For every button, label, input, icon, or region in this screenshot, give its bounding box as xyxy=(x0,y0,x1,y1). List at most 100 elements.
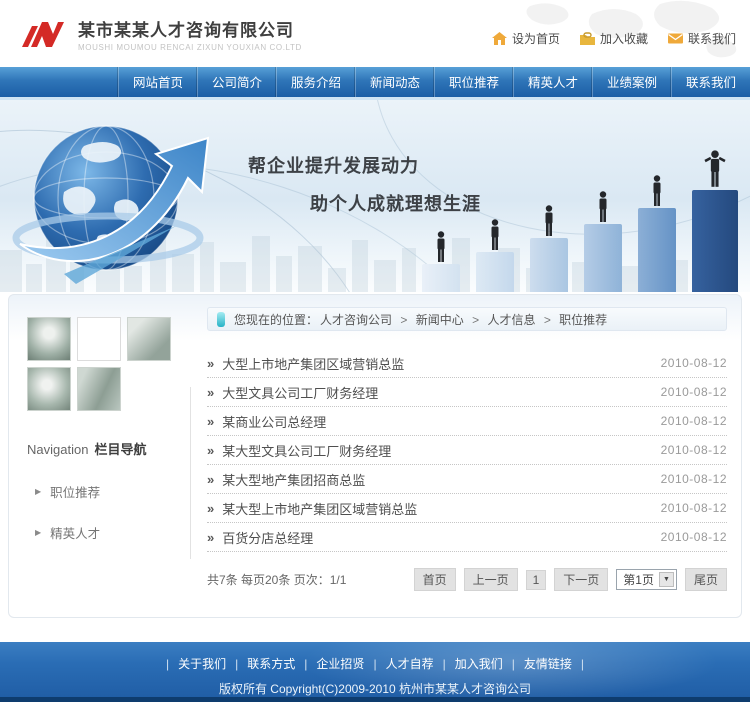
breadcrumb-link[interactable]: 新闻中心 xyxy=(416,313,464,327)
set-home-label: 设为首页 xyxy=(511,32,560,46)
copyright: 版权所有 Copyright(C)2009-2010 杭州市某某人才咨询公司 xyxy=(218,682,532,696)
pagination-controls: 首页 上一页 1 下一页 第1页 ▼ 尾页 xyxy=(413,568,727,591)
page-number-button[interactable]: 1 xyxy=(525,569,547,590)
next-page-button[interactable]: 下一页 xyxy=(554,568,609,591)
footer-link-list: 关于我们 | 联系方式 | 企业招贤 | 人才自荐 | 加入我们 | 友情链接 xyxy=(174,657,576,671)
job-title-text: 大型文具公司工厂财务经理 xyxy=(222,385,379,401)
photo-grid xyxy=(27,317,173,411)
bar-column-tallest xyxy=(692,150,738,292)
job-row: » 百货分店总经理 2010-08-12 xyxy=(207,523,727,552)
double-arrow-icon: » xyxy=(207,471,215,487)
nav-item[interactable]: 职位推荐 xyxy=(434,67,513,97)
job-title-link[interactable]: » 大型上市地产集团区域营销总监 xyxy=(207,354,404,373)
page-select-value: 第1页 xyxy=(623,573,654,587)
footer-link[interactable]: 加入我们 xyxy=(455,657,503,671)
footer-link[interactable]: 联系方式 xyxy=(247,657,295,671)
header: 某市某某人才咨询有限公司 MOUSHI MOUMOU RENCAI ZIXUN … xyxy=(0,0,750,67)
bar-column xyxy=(530,205,568,292)
double-arrow-icon: » xyxy=(207,384,215,400)
job-title-link[interactable]: » 百货分店总经理 xyxy=(207,528,313,547)
footer-link[interactable]: 关于我们 xyxy=(178,657,226,671)
job-title-link[interactable]: » 某大型上市地产集团区域营销总监 xyxy=(207,499,417,518)
add-favorite-label: 加入收藏 xyxy=(599,32,648,46)
nav-title-en: Navigation xyxy=(27,442,89,457)
first-page-button[interactable]: 首页 xyxy=(413,568,456,591)
bar-column xyxy=(584,191,622,292)
job-date: 2010-08-12 xyxy=(660,501,727,515)
pagination-summary: 共7条 每页20条 页次：1/1 xyxy=(207,573,347,587)
last-page-button[interactable]: 尾页 xyxy=(684,568,727,591)
job-date: 2010-08-12 xyxy=(660,530,727,544)
banner: 帮企业提升发展动力 助个人成就理想生涯 xyxy=(0,100,750,292)
businessman-silhouette-icon xyxy=(491,219,499,250)
job-list: » 大型上市地产集团区域营销总监 2010-08-12 » 大型文具公司工厂财务… xyxy=(207,349,727,552)
bar-column xyxy=(638,175,676,292)
nav-item[interactable]: 网站首页 xyxy=(118,67,197,97)
nav-item[interactable]: 业绩案例 xyxy=(592,67,671,97)
job-date: 2010-08-12 xyxy=(660,443,727,457)
businessman-silhouette-icon xyxy=(437,231,445,262)
footer: | 关于我们 | 联系方式 | 企业招贤 | 人才自荐 | 加入我们 | 友情链接 | 版权所有 Cop… xyxy=(0,642,750,702)
home-icon xyxy=(491,32,507,45)
list-separator: > xyxy=(472,312,480,327)
nav-title-cn: 栏目导航 xyxy=(94,442,147,457)
sidebar: Navigation 栏目导航 ▶ 职位推荐 ▶ 精英人才 xyxy=(9,295,191,617)
main-column: 您现在的位置： 人才咨询公司 > 新闻中心 > 人才信息 > 职位推荐 » 大型… xyxy=(191,295,741,617)
job-row: » 大型文具公司工厂财务经理 2010-08-12 xyxy=(207,378,727,407)
sidebar-divider xyxy=(190,387,191,559)
bar-column xyxy=(476,219,514,292)
logo-m-icon xyxy=(22,21,64,47)
job-title-text: 某大型地产集团招商总监 xyxy=(222,472,366,488)
job-row: » 某大型地产集团招商总监 2010-08-12 xyxy=(207,465,727,494)
job-title-link[interactable]: » 某大型文具公司工厂财务经理 xyxy=(207,441,391,460)
breadcrumb-link[interactable]: 人才咨询公司 xyxy=(320,313,392,327)
list-separator: | xyxy=(511,657,515,671)
logo: 某市某某人才咨询有限公司 MOUSHI MOUMOU RENCAI ZIXUN … xyxy=(22,16,302,52)
photo-writing-hand xyxy=(127,317,171,361)
job-title-text: 某商业公司总经理 xyxy=(222,414,327,430)
triangle-bullet-icon: ▶ xyxy=(35,528,42,537)
page-select-dropdown[interactable]: 第1页 ▼ xyxy=(616,569,677,590)
double-arrow-icon: » xyxy=(207,355,215,371)
sidebar-item[interactable]: ▶ 精英人才 xyxy=(35,523,191,542)
businessman-silhouette-icon xyxy=(653,175,661,206)
mail-icon xyxy=(667,33,683,44)
breadcrumb-link[interactable]: 职位推荐 xyxy=(559,313,607,327)
businessman-arms-open-icon xyxy=(704,150,726,187)
add-favorite-link[interactable]: 加入收藏 xyxy=(579,30,648,47)
job-title-link[interactable]: » 某大型地产集团招商总监 xyxy=(207,470,365,489)
footer-link[interactable]: 企业招贤 xyxy=(316,657,364,671)
sidebar-item[interactable]: ▶ 职位推荐 xyxy=(35,482,191,501)
job-title-link[interactable]: » 某商业公司总经理 xyxy=(207,412,326,431)
nav-item[interactable]: 服务介绍 xyxy=(276,67,355,97)
nav-item[interactable]: 新闻动态 xyxy=(355,67,434,97)
breadcrumb-link[interactable]: 人才信息 xyxy=(487,313,535,327)
nav-item[interactable]: 联系我们 xyxy=(671,67,750,97)
contact-us-label: 联系我们 xyxy=(687,32,736,46)
list-separator: | xyxy=(442,657,446,671)
prev-page-button[interactable]: 上一页 xyxy=(463,568,518,591)
breadcrumb-marker-icon xyxy=(217,311,225,327)
slogan-line1: 帮企业提升发展动力 xyxy=(248,156,419,176)
breadcrumb-prefix: 您现在的位置： xyxy=(234,312,319,327)
nav-item[interactable]: 公司简介 xyxy=(197,67,276,97)
job-row: » 大型上市地产集团区域营销总监 2010-08-12 xyxy=(207,349,727,378)
breadcrumb-path: 人才咨询公司 > 新闻中心 > 人才信息 > 职位推荐 xyxy=(320,311,607,328)
contact-us-link[interactable]: 联系我们 xyxy=(667,30,736,47)
job-title-link[interactable]: » 大型文具公司工厂财务经理 xyxy=(207,383,378,402)
double-arrow-icon: » xyxy=(207,500,215,516)
footer-link[interactable]: 友情链接 xyxy=(524,657,572,671)
nav-item[interactable]: 精英人才 xyxy=(513,67,592,97)
pagination: 共7条 每页20条 页次：1/1 首页 上一页 1 下一页 第1页 ▼ 尾页 xyxy=(207,568,727,591)
job-title-text: 某大型上市地产集团区域营销总监 xyxy=(222,501,418,517)
set-home-link[interactable]: 设为首页 xyxy=(491,30,560,47)
page: 某市某某人才咨询有限公司 MOUSHI MOUMOU RENCAI ZIXUN … xyxy=(0,0,750,705)
photo-handshake xyxy=(77,367,121,411)
sidebar-links: ▶ 职位推荐 ▶ 精英人才 xyxy=(27,482,191,542)
header-quick-links: 设为首页 加入收藏 联系我们 xyxy=(491,30,736,47)
folder-icon xyxy=(579,32,595,45)
footer-link[interactable]: 人才自荐 xyxy=(386,657,434,671)
list-separator: | xyxy=(373,657,377,671)
double-arrow-icon: » xyxy=(207,529,215,545)
